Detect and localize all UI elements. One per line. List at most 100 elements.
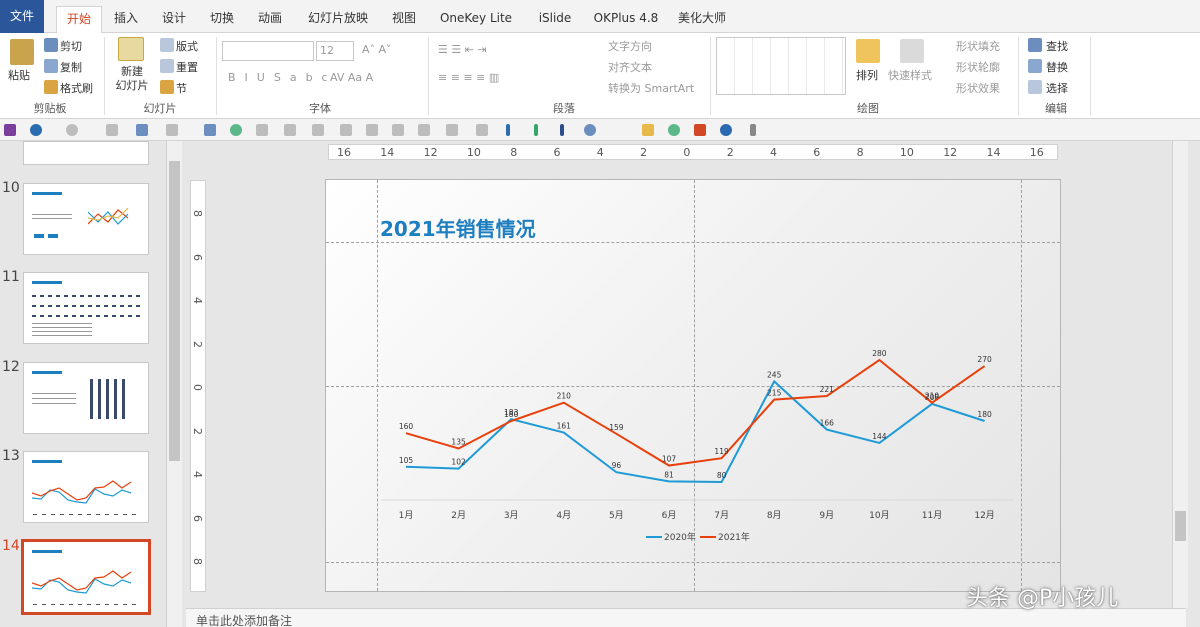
paste-button[interactable]: 粘贴 bbox=[8, 67, 30, 83]
shape-fill-button[interactable]: 形状填充 bbox=[956, 38, 1000, 54]
shape-outline-icon[interactable] bbox=[166, 124, 178, 136]
font-style-buttons[interactable]: BIUSabc bbox=[228, 71, 337, 84]
font-size-select[interactable]: 12 bbox=[316, 41, 354, 61]
new-slide-button[interactable]: 新建 幻灯片 bbox=[110, 65, 154, 93]
font-grow-button[interactable]: A˄ A˅ bbox=[362, 43, 392, 56]
tab-2[interactable]: 插入 bbox=[104, 6, 148, 30]
ruler-tick-label: 2 bbox=[640, 146, 648, 159]
tab-7[interactable]: 视图 bbox=[384, 6, 424, 30]
green-marker-icon[interactable] bbox=[534, 124, 538, 136]
shape-outline-button[interactable]: 形状轮廓 bbox=[956, 59, 1000, 75]
align-bottom-icon[interactable] bbox=[392, 124, 404, 136]
find-button[interactable]: 查找 bbox=[1046, 38, 1068, 54]
tab-8[interactable]: OneKey Lite bbox=[430, 6, 522, 30]
legend-label: 2020年 bbox=[664, 531, 696, 543]
oval-icon[interactable] bbox=[230, 124, 242, 136]
slide-thumbnail-partial[interactable] bbox=[23, 141, 149, 165]
reset-icon[interactable] bbox=[160, 59, 174, 73]
reset-button[interactable]: 重置 bbox=[176, 59, 198, 75]
text-direction-button[interactable]: 文字方向 bbox=[608, 38, 652, 54]
font-family-select[interactable] bbox=[222, 41, 314, 61]
align-text-button[interactable]: 对齐文本 bbox=[608, 59, 652, 75]
data-label: 180 bbox=[977, 410, 992, 419]
text-color-icon[interactable] bbox=[106, 124, 118, 136]
slide-thumbnail[interactable] bbox=[23, 183, 149, 255]
group-icon[interactable] bbox=[446, 124, 458, 136]
shape-gallery[interactable] bbox=[716, 37, 846, 95]
layout-icon[interactable] bbox=[160, 38, 174, 52]
thumbnail-scrollbar[interactable] bbox=[166, 141, 182, 627]
cut-button[interactable]: 剪切 bbox=[60, 38, 82, 54]
editor-scrollbar[interactable] bbox=[1172, 141, 1188, 608]
sales-line-chart[interactable]: 1月 2月 3月 4月 5月 6月 7月 8月 9月 10月 11月 12月105 1021831619… bbox=[366, 260, 1026, 560]
slide-thumbnail[interactable] bbox=[23, 451, 149, 523]
tab-4[interactable]: 切换 bbox=[200, 6, 244, 30]
gradient-icon[interactable] bbox=[642, 124, 654, 136]
align-left-icon[interactable] bbox=[256, 124, 268, 136]
refresh-icon[interactable] bbox=[720, 124, 732, 136]
ruler-tick-label: 4 bbox=[596, 146, 604, 159]
select-icon[interactable] bbox=[1028, 80, 1042, 94]
redo-icon[interactable] bbox=[66, 124, 78, 136]
find-icon[interactable] bbox=[1028, 38, 1042, 52]
distribute-icon[interactable] bbox=[418, 124, 430, 136]
section-icon[interactable] bbox=[160, 80, 174, 94]
shape-fill-icon[interactable] bbox=[136, 124, 148, 136]
slide-thumbnail[interactable] bbox=[21, 539, 151, 615]
tab-1[interactable]: 开始 bbox=[56, 6, 102, 34]
copy-icon[interactable] bbox=[44, 59, 58, 73]
tab-11[interactable]: 美化大师 bbox=[672, 6, 732, 30]
format-painter-button[interactable]: 格式刷 bbox=[60, 80, 93, 96]
crop-icon[interactable] bbox=[694, 124, 706, 136]
align-middle-icon[interactable] bbox=[366, 124, 378, 136]
slide-thumbnail[interactable] bbox=[23, 362, 149, 434]
tab-9[interactable]: iSlide bbox=[530, 6, 580, 30]
save-icon[interactable] bbox=[4, 124, 16, 136]
shape-effects-button[interactable]: 形状效果 bbox=[956, 80, 1000, 96]
new-slide-icon[interactable] bbox=[118, 37, 144, 61]
tab-0[interactable]: 文件 bbox=[0, 0, 44, 33]
navy-marker-icon[interactable] bbox=[560, 124, 564, 136]
arrange-icon[interactable] bbox=[856, 39, 880, 63]
data-label: 210 bbox=[557, 392, 572, 401]
arrange-button[interactable]: 排列 bbox=[856, 67, 878, 83]
merge-shapes-icon[interactable] bbox=[584, 124, 596, 136]
select-button[interactable]: 选择 bbox=[1046, 80, 1068, 96]
align-center-icon[interactable] bbox=[284, 124, 296, 136]
tab-10[interactable]: OKPlus 4.8 bbox=[586, 6, 666, 30]
quick-styles-button[interactable]: 快速样式 bbox=[888, 67, 932, 83]
smartart-button[interactable]: 转换为 SmartArt bbox=[608, 80, 694, 96]
slide-thumbnail[interactable] bbox=[23, 272, 149, 344]
layout-button[interactable]: 版式 bbox=[176, 38, 198, 54]
font-color-buttons[interactable]: AV Aa A bbox=[330, 71, 373, 84]
textbox-icon[interactable] bbox=[204, 124, 216, 136]
circle-icon[interactable] bbox=[668, 124, 680, 136]
slide-canvas[interactable]: 2021年销售情况 1月 2月 3月 4月 5月 6月 7月 8月 9月 10月 11月 12月 105… bbox=[325, 179, 1061, 592]
quick-styles-icon[interactable] bbox=[900, 39, 924, 63]
ruler-tick-label: 6 bbox=[191, 514, 204, 522]
replace-icon[interactable] bbox=[1028, 59, 1042, 73]
align-right-icon[interactable] bbox=[312, 124, 324, 136]
tab-3[interactable]: 设计 bbox=[152, 6, 196, 30]
format-painter-icon[interactable] bbox=[44, 80, 58, 94]
undo-icon[interactable] bbox=[30, 124, 42, 136]
blue-marker-icon[interactable] bbox=[506, 124, 510, 136]
customize-qat-icon[interactable] bbox=[750, 124, 756, 136]
align-top-icon[interactable] bbox=[340, 124, 352, 136]
data-label: 105 bbox=[399, 456, 414, 465]
copy-button[interactable]: 复制 bbox=[60, 59, 82, 75]
paste-icon[interactable] bbox=[10, 39, 34, 65]
slide-title[interactable]: 2021年销售情况 bbox=[380, 213, 536, 242]
align-buttons[interactable]: ≡ ≡ ≡ ≡ ▥ bbox=[438, 71, 499, 84]
data-label: 135 bbox=[451, 437, 466, 446]
list-buttons[interactable]: ☰ ☰ ⇤ ⇥ bbox=[438, 43, 487, 56]
cut-icon[interactable] bbox=[44, 38, 58, 52]
ungroup-icon[interactable] bbox=[476, 124, 488, 136]
tab-6[interactable]: 幻灯片放映 bbox=[298, 6, 378, 30]
series-line-1[interactable] bbox=[405, 358, 986, 467]
section-button[interactable]: 节 bbox=[176, 80, 187, 96]
notes-placeholder: 单击此处添加备注 bbox=[196, 614, 293, 627]
ruler-tick-label: 0 bbox=[683, 146, 691, 159]
tab-5[interactable]: 动画 bbox=[248, 6, 292, 30]
replace-button[interactable]: 替换 bbox=[1046, 59, 1068, 75]
